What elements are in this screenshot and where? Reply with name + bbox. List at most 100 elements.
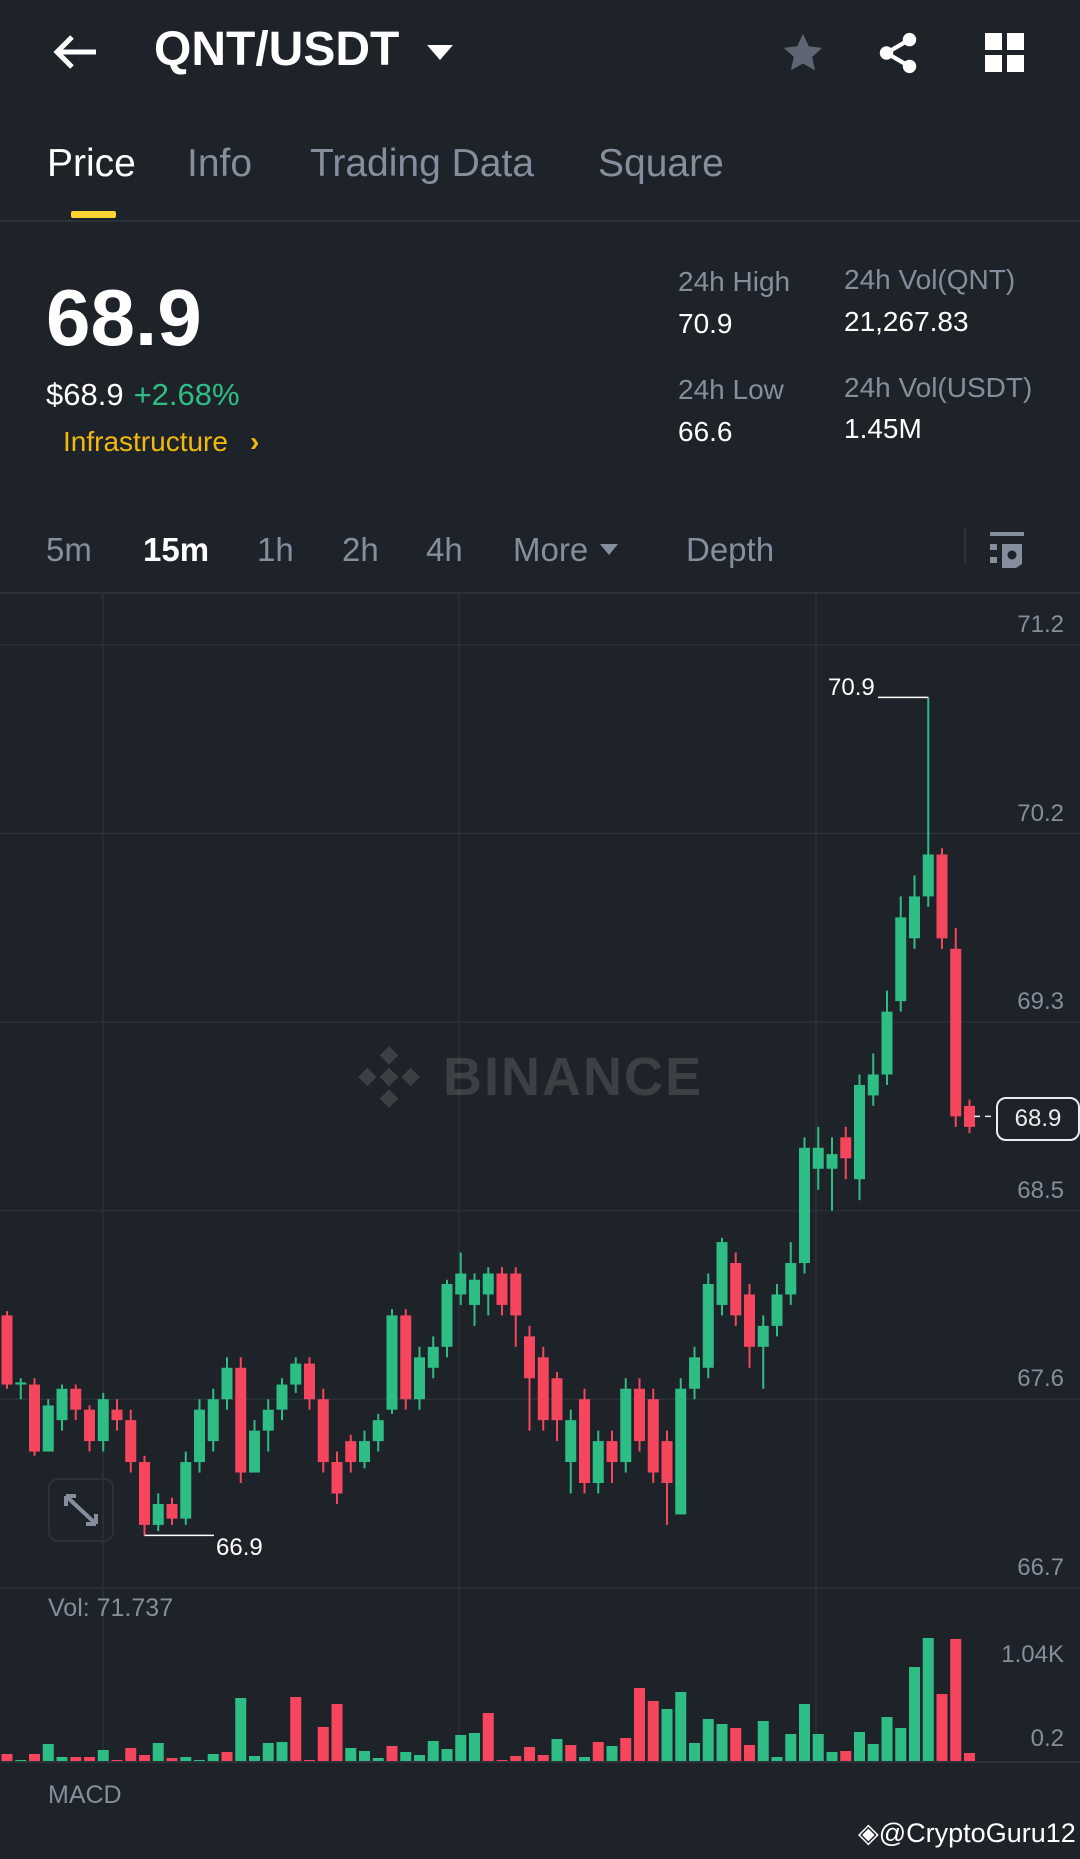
volume-bar [606,1746,618,1761]
volume-bar [689,1743,700,1761]
volume-bar [510,1756,522,1761]
volume-bar [496,1760,508,1761]
volume-bar [290,1697,302,1761]
volume-bar [634,1688,645,1761]
volume-bar [111,1760,123,1761]
candle-body [166,1503,178,1519]
candle-body [249,1430,260,1473]
expand-icon [64,1494,98,1526]
candle-body [620,1388,632,1463]
high-marker-label: 70.9 [828,674,875,701]
volume-bar [317,1727,329,1761]
volume-bar [881,1717,893,1761]
volume-bar [262,1743,274,1761]
volume-bar [537,1755,549,1761]
candle-body [730,1263,742,1316]
volume-bar [455,1735,467,1761]
y-axis-tick: 68.5 [1017,1176,1064,1204]
candle-body [909,896,920,939]
candle-body [950,948,962,1117]
volume-bar [730,1728,742,1761]
candle-body [262,1409,274,1431]
volume-bar [276,1742,288,1761]
volume-bar [441,1749,453,1761]
candle-body [812,1147,824,1169]
volume-bar [950,1639,962,1761]
candlestick-chart[interactable] [0,0,1080,1859]
candle-body [290,1363,302,1385]
volume-bar [702,1719,714,1761]
volume-bar [744,1745,755,1761]
candle-body [42,1405,54,1452]
candle-body [152,1503,164,1525]
candle-body [964,1105,975,1127]
candle-body [331,1462,343,1494]
volume-bar [372,1758,384,1761]
y-axis-tick: 70.2 [1017,799,1064,827]
volume-bar [647,1701,659,1761]
volume-bar [194,1760,205,1761]
volume-bar [386,1746,398,1761]
volume-bar [345,1748,357,1761]
volume-bar [936,1694,948,1761]
candle-body [400,1315,412,1400]
candle-body [386,1315,398,1410]
volume-bar [469,1733,480,1761]
volume-bar [42,1744,54,1761]
candle-body [799,1147,810,1264]
y-axis-tick: 69.3 [1017,988,1064,1016]
volume-bar [771,1757,783,1761]
volume-bar [785,1734,797,1761]
volume-bar [565,1745,577,1761]
candle-body [441,1283,453,1347]
fullscreen-button[interactable] [48,1478,114,1542]
candle-body [221,1367,233,1400]
candle-body [579,1399,590,1483]
binance-logo-icon: ◈ [858,1818,879,1848]
candle-body [565,1420,577,1463]
candle-body [207,1399,219,1442]
volume-bar [854,1732,865,1761]
candle-body [524,1336,535,1379]
volume-label: Vol: 71.737 [48,1594,174,1622]
chart-watermark: BINANCE [352,1040,703,1114]
volume-bar [249,1756,260,1761]
volume-bar [359,1751,370,1761]
candle-body [180,1462,192,1519]
candle-body [194,1409,205,1463]
volume-bar [922,1638,934,1761]
candle-body [537,1357,549,1421]
candle-body [359,1441,370,1463]
candle-body [881,1011,893,1075]
volume-bar [826,1752,838,1761]
candle-body [304,1363,315,1400]
candle-body [936,854,948,939]
volume-bar [579,1757,590,1761]
candle-body [771,1294,783,1326]
low-marker-label: 66.9 [216,1534,263,1561]
candle-body [689,1357,700,1389]
volume-bar [592,1742,604,1761]
candle-body [427,1346,439,1368]
macd-label: MACD [48,1781,122,1809]
volume-bar [524,1747,535,1761]
volume-bar [70,1757,82,1761]
volume-bar [125,1748,137,1761]
candle-body [675,1388,687,1515]
volume-bar [139,1755,150,1761]
candle-body [84,1409,95,1442]
candle-body [111,1409,123,1421]
candle-body [125,1420,137,1463]
volume-axis-tick: 1.04K [1001,1641,1064,1668]
volume-bar [757,1721,769,1761]
volume-bar [482,1713,494,1761]
volume-bar [400,1752,412,1761]
candle-body [139,1462,150,1525]
candle-body [922,854,934,897]
candle-body [661,1441,673,1483]
candle-body [702,1283,714,1368]
candle-body [840,1137,852,1159]
volume-bar [427,1741,439,1761]
candle-body [482,1273,494,1295]
volume-bar [414,1755,425,1761]
